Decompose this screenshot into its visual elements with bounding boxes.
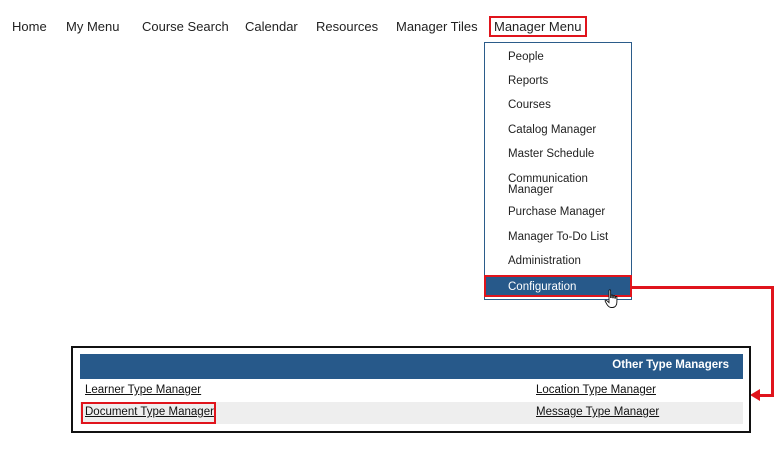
connector-line-return	[758, 394, 774, 397]
menu-item-configuration[interactable]: Configuration	[484, 275, 632, 308]
menu-item-reports[interactable]: Reports	[508, 75, 548, 87]
panel-title: Other Type Managers	[612, 359, 729, 371]
nav-my-menu[interactable]: My Menu	[66, 19, 119, 34]
connector-line-vertical	[771, 286, 774, 397]
table-row: Learner Type Manager Location Type Manag…	[80, 380, 743, 402]
nav-resources[interactable]: Resources	[316, 19, 378, 34]
menu-item-manager-to-do-list[interactable]: Manager To-Do List	[508, 231, 608, 243]
panel-header: Other Type Managers	[80, 354, 743, 379]
learner-type-manager-link[interactable]: Learner Type Manager	[85, 384, 201, 397]
menu-item-people[interactable]: People	[508, 51, 544, 63]
hand-pointer-icon	[604, 289, 618, 308]
menu-item-master-schedule[interactable]: Master Schedule	[508, 148, 594, 160]
menu-item-courses[interactable]: Courses	[508, 99, 551, 111]
table-row: Document Type Manager Message Type Manag…	[80, 402, 743, 424]
nav-home[interactable]: Home	[12, 19, 47, 34]
location-type-manager-link[interactable]: Location Type Manager	[536, 384, 656, 397]
menu-item-purchase-manager[interactable]: Purchase Manager	[508, 206, 605, 218]
nav-calendar[interactable]: Calendar	[245, 19, 298, 34]
top-navigation: Home My Menu Course Search Calendar Reso…	[0, 0, 784, 42]
manager-menu-dropdown: People Reports Courses Catalog Manager M…	[484, 42, 632, 308]
connector-line-horizontal	[632, 286, 773, 289]
menu-item-administration[interactable]: Administration	[508, 255, 581, 267]
nav-course-search[interactable]: Course Search	[142, 19, 229, 34]
nav-manager-tiles[interactable]: Manager Tiles	[396, 19, 478, 34]
message-type-manager-link[interactable]: Message Type Manager	[536, 406, 659, 419]
arrow-left-icon	[750, 389, 760, 401]
menu-item-configuration-label: Configuration	[508, 281, 577, 293]
document-type-manager-link[interactable]: Document Type Manager	[85, 406, 214, 419]
menu-item-catalog-manager[interactable]: Catalog Manager	[508, 124, 596, 136]
other-type-managers-panel: Other Type Managers Learner Type Manager…	[71, 346, 751, 433]
menu-item-communication-manager[interactable]: Communication Manager	[508, 173, 608, 196]
nav-manager-menu[interactable]: Manager Menu	[489, 16, 588, 37]
